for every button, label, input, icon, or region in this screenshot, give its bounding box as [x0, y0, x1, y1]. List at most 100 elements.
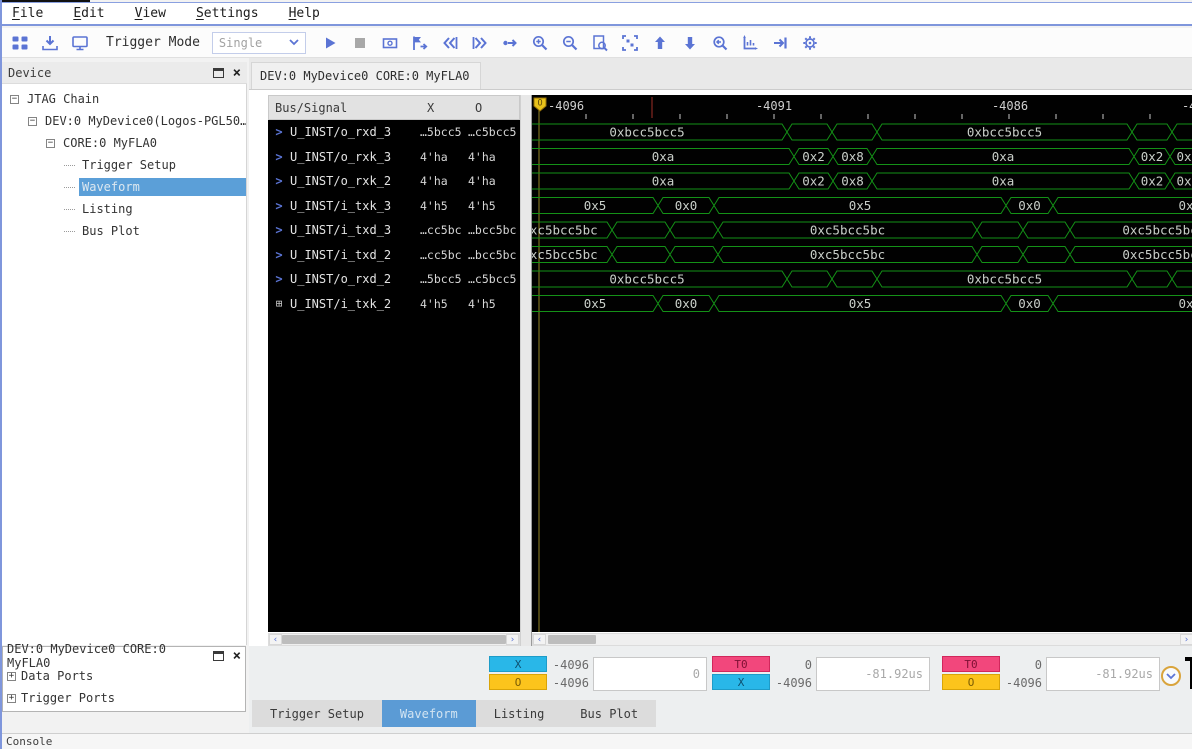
expand-icon[interactable]: ⊞: [268, 297, 290, 310]
scroll-left-icon[interactable]: ‹: [533, 634, 546, 645]
marker-position-input[interactable]: [1046, 657, 1160, 691]
signal-row[interactable]: >U_INST/o_rxd_3…5bcc5…c5bcc5: [268, 120, 520, 145]
waveform-hscrollbar[interactable]: ‹ ›: [532, 633, 1192, 646]
chevron-right-icon[interactable]: >: [268, 150, 290, 164]
signal-row[interactable]: >U_INST/i_txk_34'h54'h5: [268, 194, 520, 219]
cursor-down-button[interactable]: [678, 31, 702, 55]
wave-row-u-inst-i-txd-2[interactable]: 0xc5bcc5bc0xc5bcc5bc0xc5bcc5bc: [532, 247, 1192, 263]
marker-position-input[interactable]: [816, 657, 930, 691]
chevron-right-icon[interactable]: >: [268, 248, 290, 262]
chevron-right-icon[interactable]: >: [268, 272, 290, 286]
col-bus-signal[interactable]: Bus/Signal: [275, 101, 427, 115]
collapse-icon[interactable]: −: [10, 95, 19, 104]
run-forward-button[interactable]: [498, 31, 522, 55]
menu-elp[interactable]: Help: [289, 6, 320, 21]
signal-row[interactable]: >U_INST/o_rxd_2…5bcc5…c5bcc5: [268, 267, 520, 292]
waveform-canvas[interactable]: -4096-4091-4086-4081O0xbcc5bcc50xbcc5bcc…: [532, 95, 1192, 632]
wave-row-u-inst-i-txk-3[interactable]: 0x50x00x50x00x: [532, 198, 1192, 214]
axes-view-button[interactable]: [738, 31, 762, 55]
wave-row-u-inst-o-rxk-3[interactable]: 0xa0x20x80xa0x20x: [532, 149, 1192, 165]
document-tab[interactable]: DEV:0 MyDevice0 CORE:0 MyFLA0: [251, 62, 481, 89]
close-panel-icon[interactable]: ×: [233, 68, 241, 78]
wave-row-u-inst-o-rxd-3[interactable]: 0xbcc5bcc50xbcc5bcc5: [532, 124, 1192, 140]
signal-row[interactable]: >U_INST/o_rxk_24'ha4'ha: [268, 169, 520, 194]
scroll-right-icon[interactable]: ›: [506, 634, 519, 645]
run-button[interactable]: [318, 31, 342, 55]
marker-position-input[interactable]: [593, 657, 707, 691]
marker-badge-x[interactable]: X: [712, 674, 770, 690]
marker-badge-t0[interactable]: T0: [712, 656, 770, 672]
close-panel-icon[interactable]: ×: [233, 651, 241, 661]
collapse-icon[interactable]: −: [28, 117, 37, 126]
menu-dit[interactable]: Edit: [73, 6, 104, 21]
menu-iew[interactable]: View: [135, 6, 166, 21]
goto-end-button[interactable]: [768, 31, 792, 55]
marker-badge-o[interactable]: O: [942, 674, 1000, 690]
signal-table-body: >U_INST/o_rxd_3…5bcc5…c5bcc5>U_INST/o_rx…: [268, 120, 520, 316]
marker-options-button[interactable]: [1161, 666, 1181, 686]
menu-ile[interactable]: File: [12, 6, 43, 21]
signal-table-hscrollbar[interactable]: ‹ ›: [268, 633, 520, 646]
fit-view-button[interactable]: [618, 31, 642, 55]
scroll-left-icon[interactable]: ‹: [269, 634, 282, 645]
wave-row-u-inst-i-txd-3[interactable]: 0xc5bcc5bc0xc5bcc5bc0xc5bcc5bc: [532, 222, 1192, 238]
zoom-in-button[interactable]: [528, 31, 552, 55]
wave-row-u-inst-o-rxk-2[interactable]: 0xa0x20x80xa0x20x: [532, 173, 1192, 189]
tab-waveform[interactable]: Waveform: [382, 700, 476, 727]
marker-badge-o[interactable]: O: [489, 674, 547, 690]
chevron-right-icon[interactable]: >: [268, 125, 290, 139]
stop-button[interactable]: [348, 31, 372, 55]
bus-segment: [832, 124, 877, 140]
float-panel-icon[interactable]: [213, 68, 224, 78]
signal-o-value: …bcc5bc: [468, 248, 520, 262]
col-x[interactable]: X: [427, 101, 475, 115]
console-bar[interactable]: Console: [2, 733, 1192, 749]
tree-item-trigger-setup[interactable]: Trigger Setup: [2, 154, 246, 176]
display-button[interactable]: [68, 31, 92, 55]
run-to-flag-button[interactable]: [408, 31, 432, 55]
tree-item-waveform[interactable]: Waveform: [2, 176, 246, 198]
tree-item-bus-plot[interactable]: Bus Plot: [2, 220, 246, 242]
capture-window-button[interactable]: [378, 31, 402, 55]
wave-row-u-inst-o-rxd-2[interactable]: 0xbcc5bcc50xbcc5bcc5: [532, 271, 1192, 287]
menu-ettings[interactable]: Settings: [196, 6, 259, 21]
chevron-right-icon[interactable]: >: [268, 174, 290, 188]
signal-row[interactable]: >U_INST/i_txd_3…cc5bc…bcc5bc: [268, 218, 520, 243]
prev-transition-button[interactable]: [438, 31, 462, 55]
connect-devices-button[interactable]: [8, 31, 32, 55]
tree-item-core-0-myfla0[interactable]: −CORE:0 MyFLA0: [2, 132, 246, 154]
tree-item-dev-0-mydevice0-logos-pgl50-[interactable]: −DEV:0 MyDevice0(Logos-PGL50…: [2, 110, 246, 132]
tab-trigger-setup[interactable]: Trigger Setup: [252, 700, 382, 727]
expand-icon[interactable]: +: [7, 672, 16, 681]
cursor-up-button[interactable]: [648, 31, 672, 55]
search-backward-button[interactable]: [708, 31, 732, 55]
signal-row[interactable]: >U_INST/i_txd_2…cc5bc…bcc5bc: [268, 243, 520, 268]
scroll-right-icon[interactable]: ›: [1180, 634, 1192, 645]
tree-item-jtag-chain[interactable]: −JTAG Chain: [2, 88, 246, 110]
tab-bus-plot[interactable]: Bus Plot: [562, 700, 656, 727]
ports-item-trigger-ports[interactable]: +Trigger Ports: [3, 687, 245, 709]
signal-name: U_INST/i_txk_2: [290, 297, 420, 311]
chevron-right-icon[interactable]: >: [268, 199, 290, 213]
tree-item-listing[interactable]: Listing: [2, 198, 246, 220]
signal-row[interactable]: >U_INST/o_rxk_34'ha4'ha: [268, 145, 520, 170]
float-panel-icon[interactable]: [213, 651, 224, 661]
next-transition-button[interactable]: [468, 31, 492, 55]
collapse-icon[interactable]: −: [46, 139, 55, 148]
tab-listing[interactable]: Listing: [476, 700, 563, 727]
col-o[interactable]: O: [475, 101, 519, 115]
trigger-mode-select[interactable]: Single: [212, 32, 306, 54]
wave-row-u-inst-i-txk-2[interactable]: 0x50x00x50x00x: [532, 296, 1192, 312]
zoom-out-button[interactable]: [558, 31, 582, 55]
download-button[interactable]: [38, 31, 62, 55]
table-wave-splitter[interactable]: [520, 95, 532, 646]
signal-row[interactable]: ⊞U_INST/i_txk_24'h54'h5: [268, 292, 520, 317]
search-document-button[interactable]: [588, 31, 612, 55]
marker-badge-x[interactable]: X: [489, 656, 547, 672]
bus-value-label: 0xbcc5bcc5: [609, 125, 684, 140]
marker-badge-t0[interactable]: T0: [942, 656, 1000, 672]
bus-segment: [977, 247, 1023, 263]
settings-button[interactable]: [798, 31, 822, 55]
expand-icon[interactable]: +: [7, 694, 16, 703]
chevron-right-icon[interactable]: >: [268, 223, 290, 237]
